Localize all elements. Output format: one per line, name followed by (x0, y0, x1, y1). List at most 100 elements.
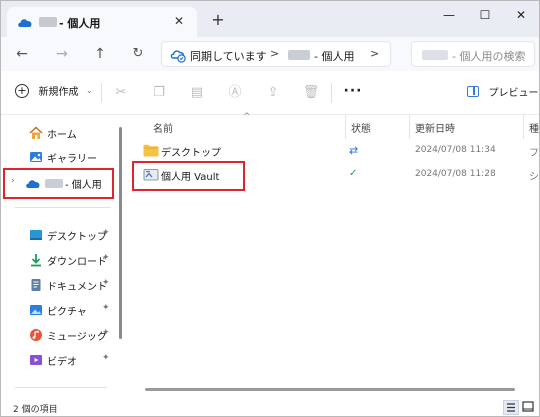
minimize-button[interactable]: — (431, 1, 467, 31)
forward-button[interactable]: → (49, 41, 75, 67)
sidebar-item-label: ピクチャ (47, 307, 87, 318)
sidebar-item-music[interactable]: ミュージック ✦ (1, 323, 115, 347)
search-input[interactable]: - 個人用の検索 (411, 41, 535, 67)
sidebar-item-home[interactable]: ホーム (1, 121, 115, 145)
more-options-button[interactable]: ··· (343, 83, 363, 103)
sidebar-item-label: ダウンロード (47, 257, 107, 268)
sidebar-item-label: ホーム (47, 130, 77, 141)
paste-icon[interactable]: ▤ (187, 83, 207, 103)
navigation-bar: ← → ↑ ↻ 同期しています > - 個人用 > - 個人用の検索 (1, 37, 539, 71)
column-header-name[interactable]: 名前 (153, 120, 173, 135)
preview-pane-icon (467, 86, 479, 97)
large-icons-view-button[interactable] (521, 400, 537, 415)
file-row-desktop[interactable]: デスクトップ ⇄ 2024/07/08 11:34 フ (135, 139, 539, 163)
close-window-button[interactable]: ✕ (503, 1, 539, 31)
redacted-account-name (288, 50, 310, 60)
pictures-icon (30, 305, 42, 315)
back-button[interactable]: ← (9, 41, 35, 67)
column-divider[interactable] (523, 115, 524, 139)
onedrive-icon (18, 19, 32, 27)
share-icon[interactable]: ⇪ (263, 83, 283, 103)
sidebar-item-pictures[interactable]: ピクチャ ✦ (1, 298, 115, 322)
highlight-box-vault (132, 161, 245, 191)
onedrive-sync-icon (170, 50, 186, 63)
copy-icon[interactable]: ❐ (149, 83, 169, 103)
chevron-down-icon: ⌄ (86, 86, 93, 95)
pin-icon: ✦ (102, 278, 110, 288)
desktop-icon (30, 230, 42, 240)
cut-icon[interactable]: ✂ (111, 83, 131, 103)
tab-title: - 個人用 (59, 17, 101, 30)
sidebar-item-downloads[interactable]: ダウンロード ✦ (1, 248, 115, 272)
gallery-icon (30, 152, 42, 162)
folder-icon (143, 144, 159, 157)
file-modified: 2024/07/08 11:34 (415, 145, 496, 155)
file-type: フ (529, 148, 539, 159)
file-name: デスクトップ (161, 148, 221, 159)
horizontal-scrollbar[interactable] (145, 388, 515, 391)
documents-icon (31, 279, 41, 291)
new-tab-button[interactable]: + (207, 9, 229, 31)
pin-icon: ✦ (102, 303, 110, 313)
sidebar-item-label: ドキュメント (47, 282, 107, 293)
column-header-status[interactable]: 状態 (351, 120, 371, 135)
details-view-button[interactable] (503, 400, 519, 415)
address-bar[interactable]: 同期しています > - 個人用 > (161, 41, 391, 67)
sidebar-item-label: ビデオ (47, 357, 77, 368)
sidebar-item-label: デスクトップ (47, 232, 107, 243)
music-icon (30, 329, 42, 341)
new-button-label: 新規作成 (38, 87, 79, 98)
file-modified: 2024/07/08 11:28 (415, 169, 496, 179)
file-list-pane: ^ 名前 状態 更新日時 種 デスクトップ ⇄ 2024/07/08 11:34… (125, 112, 539, 401)
breadcrumb-item-personal[interactable]: - 個人用 (314, 48, 354, 64)
column-header-type[interactable]: 種 (529, 120, 539, 135)
column-header-modified[interactable]: 更新日時 (415, 120, 455, 135)
sidebar-item-videos[interactable]: ビデオ ✦ (1, 348, 115, 372)
toolbar-divider (331, 83, 332, 103)
sidebar-item-label: ギャラリー (47, 154, 97, 165)
new-button[interactable]: + 新規作成 ⌄ (15, 83, 93, 103)
sidebar-scrollbar[interactable] (119, 127, 122, 339)
sidebar-item-label: ミュージック (47, 332, 107, 343)
file-type: シ (529, 172, 539, 183)
file-explorer-window: - 個人用 ✕ + — ☐ ✕ ← → ↑ ↻ 同期しています > - 個人用 … (0, 0, 540, 417)
refresh-button[interactable]: ↻ (125, 41, 151, 67)
toolbar-divider (101, 83, 102, 103)
sync-status-text: 同期しています (190, 50, 267, 63)
pin-icon: ✦ (102, 253, 110, 263)
column-divider[interactable] (345, 115, 346, 139)
sidebar-divider (15, 387, 107, 388)
redacted-account-name (39, 17, 57, 27)
up-button[interactable]: ↑ (87, 41, 113, 67)
redacted-account-name (422, 50, 448, 60)
column-headers: ^ 名前 状態 更新日時 種 (125, 112, 539, 139)
column-divider[interactable] (409, 115, 410, 139)
sidebar-item-gallery[interactable]: ギャラリー (1, 145, 115, 169)
sidebar-item-documents[interactable]: ドキュメント ✦ (1, 273, 115, 297)
sync-icon: ⇄ (349, 144, 359, 157)
large-icons-view-icon (522, 401, 534, 412)
tab-onedrive[interactable]: - 個人用 ✕ (7, 7, 197, 37)
videos-icon (30, 355, 42, 365)
status-bar: 2 個の項目 (1, 399, 539, 416)
available-icon: ✓ (349, 168, 358, 179)
preview-label: プレビュー (488, 88, 539, 99)
sort-ascending-icon: ^ (243, 112, 251, 122)
tab-close-icon[interactable]: ✕ (169, 11, 189, 31)
preview-pane-button[interactable]: プレビュー (467, 84, 539, 99)
item-count: 2 個の項目 (13, 405, 58, 415)
breadcrumb-separator-icon[interactable]: > (270, 47, 279, 60)
pin-icon: ✦ (102, 328, 110, 338)
download-icon (31, 254, 41, 267)
home-icon (29, 126, 43, 139)
sidebar-item-desktop[interactable]: デスクトップ ✦ (1, 223, 115, 247)
breadcrumb-separator-icon[interactable]: > (370, 47, 379, 60)
delete-icon[interactable]: 🗑 (301, 83, 321, 103)
maximize-button[interactable]: ☐ (467, 1, 503, 31)
search-placeholder: - 個人用の検索 (452, 50, 526, 63)
new-plus-icon: + (15, 83, 29, 98)
rename-icon[interactable]: Ⓐ (225, 83, 245, 103)
highlight-box-sidebar (3, 168, 114, 199)
navigation-pane: ホーム ギャラリー › - 個人用 デスクトップ ✦ ダウンロード ✦ ドキュメ… (1, 115, 125, 401)
details-view-icon (507, 403, 515, 412)
